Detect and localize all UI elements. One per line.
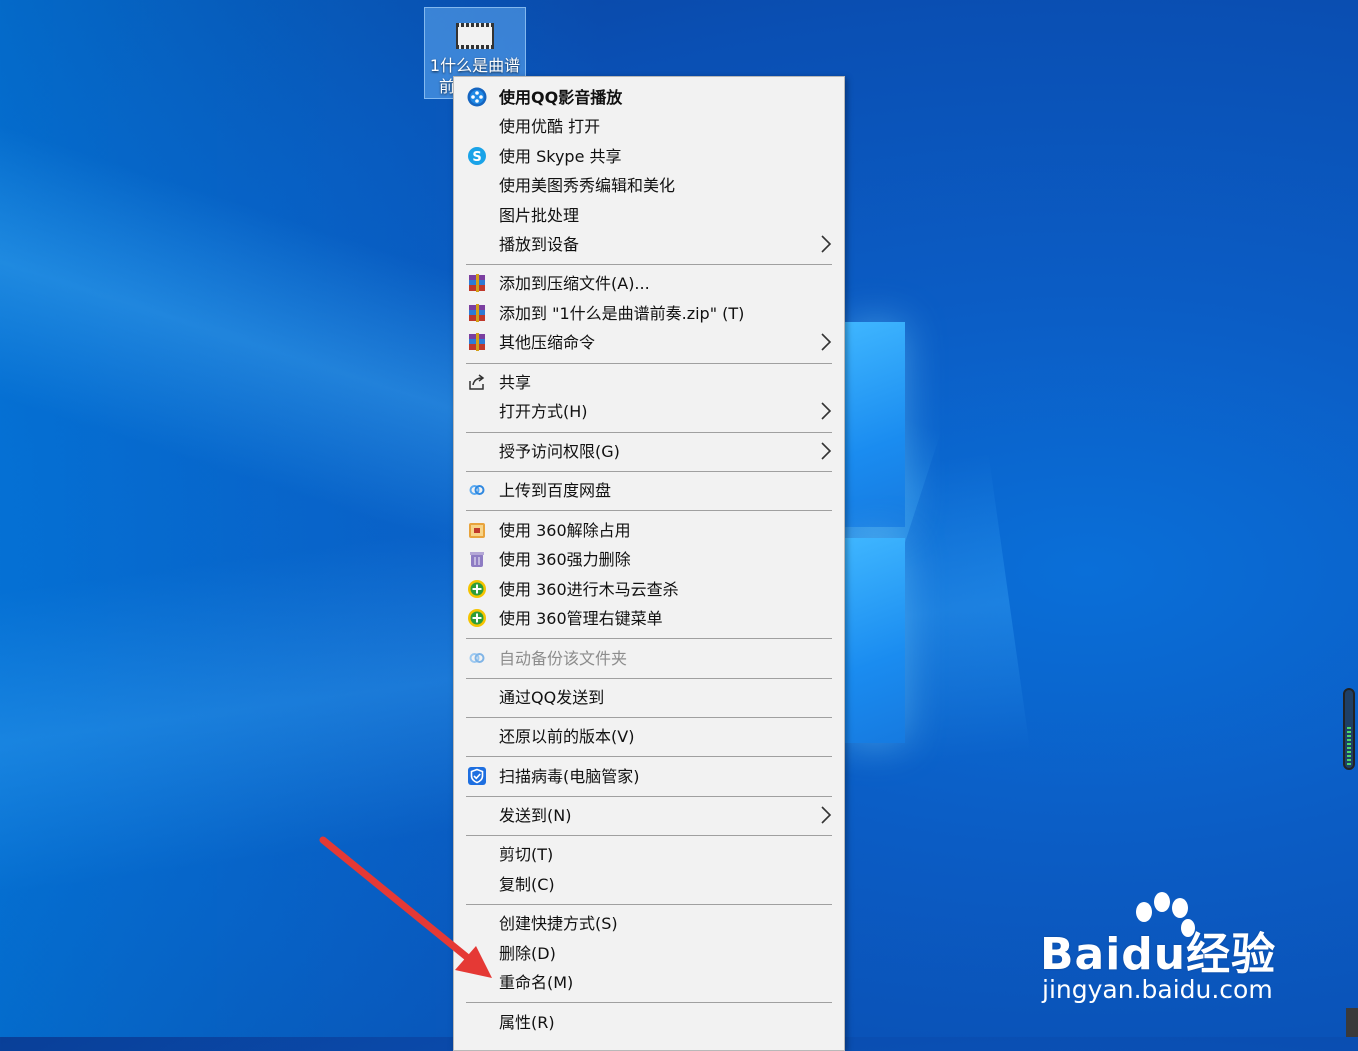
menu-item-label: 使用 360进行木马云查杀: [499, 580, 679, 599]
context-menu: 使用QQ影音播放 使用优酷 打开 S 使用 Skype 共享 使用美图秀秀编辑和…: [453, 76, 845, 1051]
menu-item-label: 授予访问权限(G): [499, 442, 620, 461]
menu-item-label: 自动备份该文件夹: [499, 649, 628, 668]
desktop-file-label-line1: 1什么是曲谱: [429, 56, 521, 75]
chevron-right-icon: [821, 402, 832, 420]
menu-item-label: 创建快捷方式(S): [499, 914, 618, 933]
menu-item-properties[interactable]: 属性(R): [454, 1008, 844, 1037]
menu-item-360-force-delete[interactable]: 使用 360强力删除: [454, 545, 844, 574]
menu-item-360-manage-menu[interactable]: 使用 360管理右键菜单: [454, 604, 844, 633]
menu-item-label: 使用优酷 打开: [499, 117, 601, 136]
chevron-right-icon: [821, 806, 832, 824]
menu-item-send-to[interactable]: 发送到(N): [454, 801, 844, 830]
menu-item-skype-share[interactable]: S 使用 Skype 共享: [454, 142, 844, 171]
menu-separator: [466, 756, 832, 757]
menu-item-label: 属性(R): [499, 1013, 555, 1032]
tencent-pcmgr-icon: [468, 767, 486, 785]
menu-item-label: 添加到 "1什么是曲谱前奏.zip" (T): [499, 304, 745, 323]
menu-separator: [466, 717, 832, 718]
chevron-right-icon: [821, 333, 832, 351]
menu-item-label: 使用 360解除占用: [499, 521, 631, 540]
share-icon: [469, 374, 485, 390]
chevron-right-icon: [821, 442, 832, 460]
watermark-url: jingyan.baidu.com: [1042, 975, 1273, 1004]
menu-item-label: 扫描病毒(电脑管家): [499, 767, 640, 786]
menu-item-open-with[interactable]: 打开方式(H): [454, 397, 844, 426]
360-delete-icon: [470, 552, 484, 567]
taskbar-corner: [1346, 1008, 1358, 1037]
menu-item-label: 使用 360管理右键菜单: [499, 609, 663, 628]
menu-item-label: 通过QQ发送到: [499, 688, 605, 707]
menu-item-copy[interactable]: 复制(C): [454, 870, 844, 899]
baidu-netdisk-icon: [469, 653, 485, 663]
menu-item-label: 使用QQ影音播放: [499, 88, 623, 107]
menu-separator: [466, 432, 832, 433]
menu-item-qq-player[interactable]: 使用QQ影音播放: [454, 83, 844, 112]
qq-player-icon: [467, 87, 487, 107]
menu-separator: [466, 835, 832, 836]
menu-separator: [466, 471, 832, 472]
menu-item-label: 复制(C): [499, 875, 555, 894]
winrar-icon: [469, 333, 485, 351]
menu-item-label: 还原以前的版本(V): [499, 727, 635, 746]
menu-separator: [466, 510, 832, 511]
menu-item-add-to-zip[interactable]: 添加到 "1什么是曲谱前奏.zip" (T): [454, 299, 844, 328]
menu-item-label: 重命名(M): [499, 973, 574, 992]
menu-item-auto-backup-folder: 自动备份该文件夹: [454, 644, 844, 673]
menu-separator: [466, 264, 832, 265]
360-manage-icon: [468, 609, 486, 627]
menu-item-cut[interactable]: 剪切(T): [454, 840, 844, 869]
menu-item-360-trojan-scan[interactable]: 使用 360进行木马云查杀: [454, 575, 844, 604]
menu-item-label: 上传到百度网盘: [499, 481, 612, 500]
menu-item-360-unlock[interactable]: 使用 360解除占用: [454, 516, 844, 545]
chevron-right-icon: [821, 235, 832, 253]
menu-item-share[interactable]: 共享: [454, 368, 844, 397]
baidu-jingyan-watermark: Baidu经验 jingyan.baidu.com: [1040, 890, 1300, 1010]
svg-text:S: S: [472, 150, 481, 165]
360-scan-icon: [468, 580, 486, 598]
menu-item-label: 图片批处理: [499, 206, 580, 225]
menu-item-send-via-qq[interactable]: 通过QQ发送到: [454, 683, 844, 712]
menu-item-label: 使用美图秀秀编辑和美化: [499, 176, 676, 195]
menu-item-cast-to-device[interactable]: 播放到设备: [454, 230, 844, 259]
menu-item-label: 删除(D): [499, 944, 556, 963]
360-unlock-icon: [469, 523, 485, 538]
menu-item-scan-virus-pcmgr[interactable]: 扫描病毒(电脑管家): [454, 762, 844, 791]
menu-item-label: 发送到(N): [499, 806, 572, 825]
menu-item-label: 使用 360强力删除: [499, 550, 631, 569]
menu-item-other-compress[interactable]: 其他压缩命令: [454, 328, 844, 357]
volume-indicator-scrollbar[interactable]: [1343, 688, 1355, 770]
menu-item-label: 打开方式(H): [499, 402, 588, 421]
menu-separator: [466, 678, 832, 679]
menu-item-rename[interactable]: 重命名(M): [454, 968, 844, 997]
menu-item-label: 共享: [499, 373, 532, 392]
winrar-icon: [469, 274, 485, 292]
baidu-netdisk-icon: [469, 485, 485, 495]
menu-separator: [466, 796, 832, 797]
menu-item-label: 添加到压缩文件(A)...: [499, 274, 650, 293]
windows-logo-pane-bottom: [845, 538, 905, 743]
menu-separator: [466, 638, 832, 639]
menu-item-meitu-edit[interactable]: 使用美图秀秀编辑和美化: [454, 171, 844, 200]
menu-item-upload-baidu-netdisk[interactable]: 上传到百度网盘: [454, 476, 844, 505]
menu-item-label: 剪切(T): [499, 845, 554, 864]
menu-item-youku-open[interactable]: 使用优酷 打开: [454, 112, 844, 141]
menu-item-add-to-archive[interactable]: 添加到压缩文件(A)...: [454, 269, 844, 298]
menu-item-create-shortcut[interactable]: 创建快捷方式(S): [454, 909, 844, 938]
video-file-thumbnail-icon: [456, 23, 494, 49]
menu-separator: [466, 363, 832, 364]
windows-logo-pane-top: [845, 322, 905, 527]
menu-item-restore-previous-versions[interactable]: 还原以前的版本(V): [454, 722, 844, 751]
menu-item-label: 使用 Skype 共享: [499, 147, 622, 166]
watermark-brand: Baidu经验: [1040, 929, 1277, 980]
menu-item-label: 其他压缩命令: [499, 333, 596, 352]
menu-separator: [466, 904, 832, 905]
skype-icon: S: [468, 147, 486, 165]
menu-item-delete[interactable]: 删除(D): [454, 939, 844, 968]
menu-item-grant-access[interactable]: 授予访问权限(G): [454, 437, 844, 466]
winrar-icon: [469, 304, 485, 322]
menu-item-batch-image[interactable]: 图片批处理: [454, 201, 844, 230]
menu-item-label: 播放到设备: [499, 235, 580, 254]
menu-separator: [466, 1002, 832, 1003]
